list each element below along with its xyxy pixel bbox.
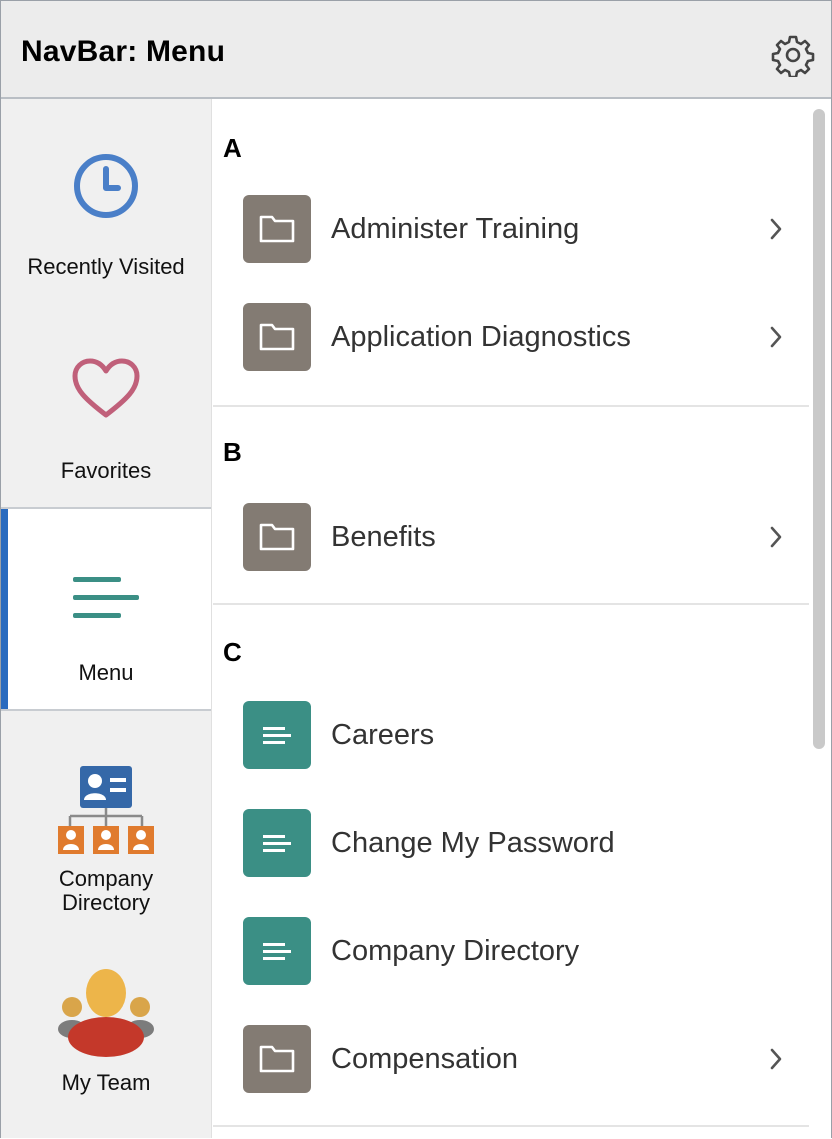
navbar-panel: NavBar: Menu Recently Visited Favorites bbox=[0, 0, 832, 1138]
folder-icon bbox=[259, 215, 295, 243]
content-lines-icon bbox=[263, 835, 291, 852]
menu-item-label: Company Directory bbox=[331, 935, 580, 967]
menu-item-label: Benefits bbox=[331, 521, 436, 553]
menu-item-label: Administer Training bbox=[331, 213, 580, 245]
team-icon bbox=[58, 969, 154, 1057]
section-header-c: C bbox=[223, 637, 242, 667]
page-tile bbox=[243, 701, 311, 769]
menu-item-administer-training[interactable]: Administer Training bbox=[213, 187, 809, 267]
page-tile bbox=[243, 917, 311, 985]
menu-item-label: Compensation bbox=[331, 1043, 518, 1075]
menu-lines-icon bbox=[73, 577, 139, 618]
sidebar-item-label: Company bbox=[58, 866, 154, 891]
sidebar-item-label: Favorites bbox=[60, 458, 152, 483]
sidebar-item-menu[interactable]: Menu bbox=[1, 507, 211, 711]
section-divider bbox=[213, 603, 809, 605]
section-divider bbox=[213, 405, 809, 407]
folder-tile bbox=[243, 503, 311, 571]
section-header-b: B bbox=[223, 437, 242, 467]
chevron-right-icon bbox=[770, 218, 782, 240]
menu-item-application-diagnostics[interactable]: Application Diagnostics bbox=[213, 295, 809, 375]
menu-item-label: Change My Password bbox=[331, 827, 615, 859]
folder-icon bbox=[259, 523, 295, 551]
sidebar-item-label: Menu bbox=[78, 660, 134, 685]
content-lines-icon bbox=[263, 727, 291, 744]
scrollbar-thumb[interactable] bbox=[813, 109, 825, 749]
section-header-a: A bbox=[223, 133, 242, 163]
navbar-sidebar: Recently Visited Favorites Menu Company … bbox=[1, 99, 212, 1138]
chevron-right-icon bbox=[770, 526, 782, 548]
gear-icon[interactable] bbox=[771, 33, 815, 77]
sidebar-item-label: Recently Visited bbox=[27, 254, 185, 279]
sidebar-item-recently-visited[interactable]: Recently Visited bbox=[1, 129, 211, 299]
menu-item-compensation[interactable]: Compensation bbox=[213, 1017, 809, 1097]
menu-item-label: Application Diagnostics bbox=[331, 321, 631, 353]
menu-item-change-my-password[interactable]: Change My Password bbox=[213, 801, 809, 881]
menu-item-careers[interactable]: Careers bbox=[213, 693, 809, 773]
menu-item-benefits[interactable]: Benefits bbox=[213, 495, 809, 575]
page-title: NavBar: Menu bbox=[21, 35, 226, 68]
clock-icon bbox=[74, 154, 138, 218]
folder-tile bbox=[243, 303, 311, 371]
folder-icon bbox=[259, 1045, 295, 1073]
sidebar-item-label: Directory bbox=[61, 890, 150, 915]
sidebar-item-my-team[interactable]: My Team bbox=[1, 957, 211, 1127]
page-tile bbox=[243, 809, 311, 877]
section-divider bbox=[213, 1125, 809, 1127]
menu-list: A Administer Training Application Diagno… bbox=[213, 99, 809, 1138]
folder-tile bbox=[243, 195, 311, 263]
chevron-right-icon bbox=[770, 326, 782, 348]
chevron-right-icon bbox=[770, 1048, 782, 1070]
sidebar-item-favorites[interactable]: Favorites bbox=[1, 331, 211, 501]
sidebar-item-company-directory[interactable]: Company Directory bbox=[1, 739, 211, 919]
navbar-header: NavBar: Menu bbox=[1, 1, 831, 99]
folder-icon bbox=[259, 323, 295, 351]
folder-tile bbox=[243, 1025, 311, 1093]
menu-item-company-directory[interactable]: Company Directory bbox=[213, 909, 809, 989]
menu-item-label: Careers bbox=[331, 719, 435, 751]
org-chart-icon bbox=[58, 766, 154, 854]
heart-icon bbox=[72, 358, 140, 418]
content-lines-icon bbox=[263, 943, 291, 960]
sidebar-item-label: My Team bbox=[61, 1070, 151, 1095]
